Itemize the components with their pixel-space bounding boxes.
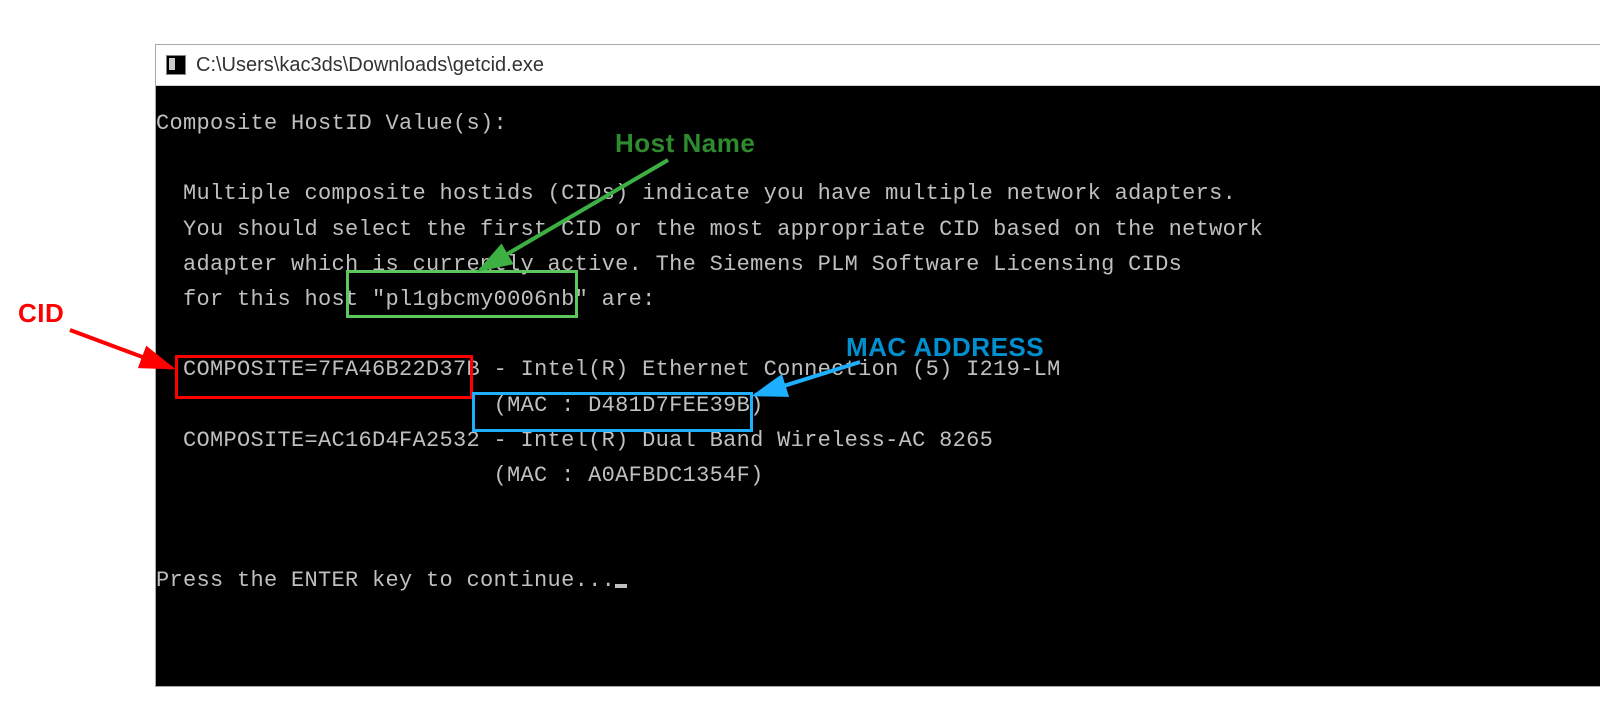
mac-line-1: (MAC : D481D7FEE39B): [156, 388, 1600, 423]
term-line: adapter which is currently active. The S…: [156, 247, 1600, 282]
mac-value-1: (MAC : D481D7FEE39B): [494, 393, 764, 418]
term-line: Multiple composite hostids (CIDs) indica…: [156, 176, 1600, 211]
cid-line-2: COMPOSITE=AC16D4FA2532 - Intel(R) Dual B…: [156, 423, 1600, 458]
app-icon: [166, 55, 186, 75]
console-window: C:\Users\kac3ds\Downloads\getcid.exe Com…: [155, 44, 1600, 687]
term-line: You should select the first CID or the m…: [156, 212, 1600, 247]
annotation-label-cid: CID: [18, 298, 64, 329]
term-line: for this host "pl1gbcmy0006nb" are:: [156, 282, 1600, 317]
annotation-label-hostname: Host Name: [615, 128, 755, 159]
mac-line-2: (MAC : A0AFBDC1354F): [156, 458, 1600, 493]
term-header: Composite HostID Value(s):: [156, 106, 1600, 141]
hostname-value: "pl1gbcmy0006nb": [372, 287, 588, 312]
cursor: [615, 584, 627, 588]
titlebar[interactable]: C:\Users\kac3ds\Downloads\getcid.exe: [156, 45, 1600, 86]
terminal-output[interactable]: Composite HostID Value(s): Multiple comp…: [156, 86, 1600, 686]
annotation-label-mac: MAC ADDRESS: [846, 332, 1044, 363]
cid-value-1: COMPOSITE=7FA46B22D37B: [183, 357, 480, 382]
term-prompt: Press the ENTER key to continue...: [156, 563, 1600, 598]
window-title: C:\Users\kac3ds\Downloads\getcid.exe: [196, 54, 544, 77]
